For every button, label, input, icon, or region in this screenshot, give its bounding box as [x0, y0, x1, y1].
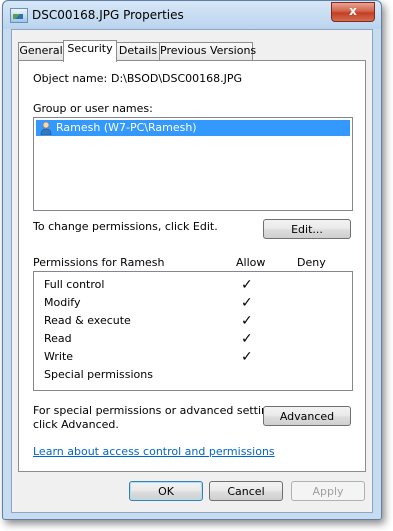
permission-row: Special permissions: [44, 366, 364, 384]
cancel-button[interactable]: Cancel: [209, 481, 283, 501]
permission-row: Full control ✓: [44, 276, 364, 294]
advanced-settings-text-line1: For special permissions or advanced sett…: [33, 404, 285, 417]
permission-name: Full control: [44, 278, 105, 291]
user-name: Ramesh (W7-PC\Ramesh): [56, 121, 197, 134]
ok-button[interactable]: OK: [129, 481, 203, 501]
properties-window: DSC00168.JPG Properties x General Securi…: [2, 0, 382, 520]
allow-check-icon: ✓: [241, 295, 253, 311]
group-or-user-names-label: Group or user names:: [33, 102, 153, 115]
allow-check-icon: ✓: [241, 313, 253, 329]
allow-check-icon: ✓: [241, 349, 253, 365]
permission-name: Read & execute: [44, 314, 131, 327]
object-name-label: Object name:: [33, 72, 108, 85]
window-title: DSC00168.JPG Properties: [32, 8, 184, 22]
permission-name: Read: [44, 332, 72, 345]
list-item-user-ramesh[interactable]: Ramesh (W7-PC\Ramesh): [36, 120, 350, 136]
dialog-client-area: General Security Details Previous Versio…: [11, 29, 373, 513]
permissions-list[interactable]: Full control ✓ Modify ✓ Read & execute ✓…: [33, 271, 353, 391]
tab-details[interactable]: Details: [116, 42, 160, 60]
security-tab-panel: Object name: D:\BSOD\DSC00168.JPG Group …: [18, 60, 366, 472]
permission-name: Modify: [44, 296, 81, 309]
advanced-settings-text-line2: click Advanced.: [33, 418, 119, 431]
tab-previous-versions[interactable]: Previous Versions: [159, 42, 256, 60]
advanced-button[interactable]: Advanced: [263, 406, 351, 426]
tab-general[interactable]: General: [18, 42, 64, 60]
permission-row: Write ✓: [44, 348, 364, 366]
apply-button[interactable]: Apply: [291, 481, 365, 501]
allow-check-icon: ✓: [241, 331, 253, 347]
permissions-header: Permissions for Ramesh: [33, 256, 165, 269]
user-list[interactable]: Ramesh (W7-PC\Ramesh): [33, 117, 353, 211]
learn-access-control-link[interactable]: Learn about access control and permissio…: [33, 445, 275, 458]
change-permissions-text: To change permissions, click Edit.: [33, 220, 218, 233]
permission-row: Read & execute ✓: [44, 312, 364, 330]
permission-name: Special permissions: [44, 368, 153, 381]
title-bar[interactable]: DSC00168.JPG Properties x: [3, 1, 381, 29]
user-icon: [40, 121, 52, 135]
permission-row: Modify ✓: [44, 294, 364, 312]
deny-column-header: Deny: [297, 256, 326, 269]
permission-name: Write: [44, 350, 74, 363]
allow-column-header: Allow: [236, 256, 266, 269]
allow-check-icon: ✓: [241, 277, 253, 293]
permission-row: Read ✓: [44, 330, 364, 348]
image-file-icon: [10, 8, 28, 23]
edit-button[interactable]: Edit...: [263, 219, 351, 239]
tab-security[interactable]: Security: [63, 40, 117, 62]
object-name-value: D:\BSOD\DSC00168.JPG: [111, 72, 243, 85]
close-button[interactable]: x: [331, 2, 375, 22]
